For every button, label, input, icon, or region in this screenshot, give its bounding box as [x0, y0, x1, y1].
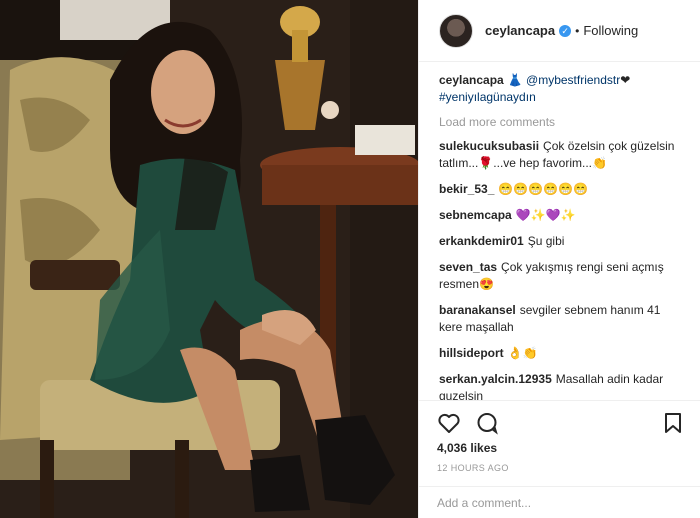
comment-username[interactable]: sebnemcapa	[439, 208, 512, 222]
comment-item: sebnemcapa 💜✨💜✨	[439, 207, 685, 224]
post-photo[interactable]	[0, 0, 418, 518]
comment-text: 💜✨💜✨	[515, 208, 576, 222]
instagram-post: ceylancapa ✓ • Following ceylancapa 👗 @my…	[0, 0, 700, 518]
verified-badge-icon: ✓	[559, 24, 572, 37]
comment-item: hillsideport 👌👏	[439, 345, 685, 362]
comment-item: bekir_53_ 😁😁😁😁😁😁	[439, 181, 685, 198]
comment-username[interactable]: sulekucuksubasii	[439, 139, 539, 153]
hashtag-link[interactable]: #yeniyılagünaydın	[439, 90, 536, 104]
load-more-comments[interactable]: Load more comments	[439, 115, 685, 129]
heart-icon[interactable]	[437, 411, 461, 435]
comment-text: Şu gibi	[527, 234, 565, 248]
photo-illustration	[0, 0, 418, 518]
separator-dot: •	[575, 23, 580, 38]
comment-username[interactable]: serkan.yalcin.12935	[439, 372, 552, 386]
comment-username[interactable]: bekir_53_	[439, 182, 494, 196]
dress-emoji: 👗	[507, 73, 523, 87]
following-button[interactable]: Following	[583, 23, 638, 38]
caption-username[interactable]: ceylancapa	[439, 73, 504, 87]
comment-text: 👌👏	[507, 346, 538, 360]
comment-username[interactable]: baranakansel	[439, 303, 516, 317]
comments-list[interactable]: ceylancapa 👗 @mybestfriendstr❤ #yeniyılag…	[419, 62, 700, 400]
comment-item: baranakansel sevgiler sebnem hanım 41 ker…	[439, 302, 685, 336]
bookmark-icon[interactable]	[661, 411, 685, 435]
comment-item: serkan.yalcin.12935 Masallah adin kadar g…	[439, 371, 685, 400]
likes-count[interactable]: 4,036 likes	[437, 441, 685, 455]
header-username[interactable]: ceylancapa	[485, 23, 555, 38]
comment-username[interactable]: erkankdemir01	[439, 234, 524, 248]
caption: ceylancapa 👗 @mybestfriendstr❤ #yeniyılag…	[439, 72, 685, 106]
comment-text: 😁😁😁😁😁😁	[498, 182, 589, 196]
heart-emoji: ❤	[620, 73, 631, 87]
avatar[interactable]	[439, 13, 473, 48]
comment-username[interactable]: seven_tas	[439, 260, 497, 274]
post-header: ceylancapa ✓ • Following	[419, 0, 700, 62]
comment-item: seven_tas Çok yakışmış rengi seni açmış r…	[439, 259, 685, 293]
post-timestamp[interactable]: 12 HOURS AGO	[437, 463, 685, 473]
add-comment-input[interactable]: Add a comment...	[419, 486, 700, 518]
post-sidebar: ceylancapa ✓ • Following ceylancapa 👗 @my…	[418, 0, 700, 518]
comment-item: sulekucuksubasii Çok özelsin çok güzelsin…	[439, 138, 685, 172]
mention-link[interactable]: @mybestfriendstr	[526, 73, 620, 87]
comment-icon[interactable]	[475, 411, 499, 435]
comment-item: erkankdemir01 Şu gibi	[439, 233, 685, 250]
action-icons	[437, 409, 685, 437]
comment-username[interactable]: hillsideport	[439, 346, 504, 360]
